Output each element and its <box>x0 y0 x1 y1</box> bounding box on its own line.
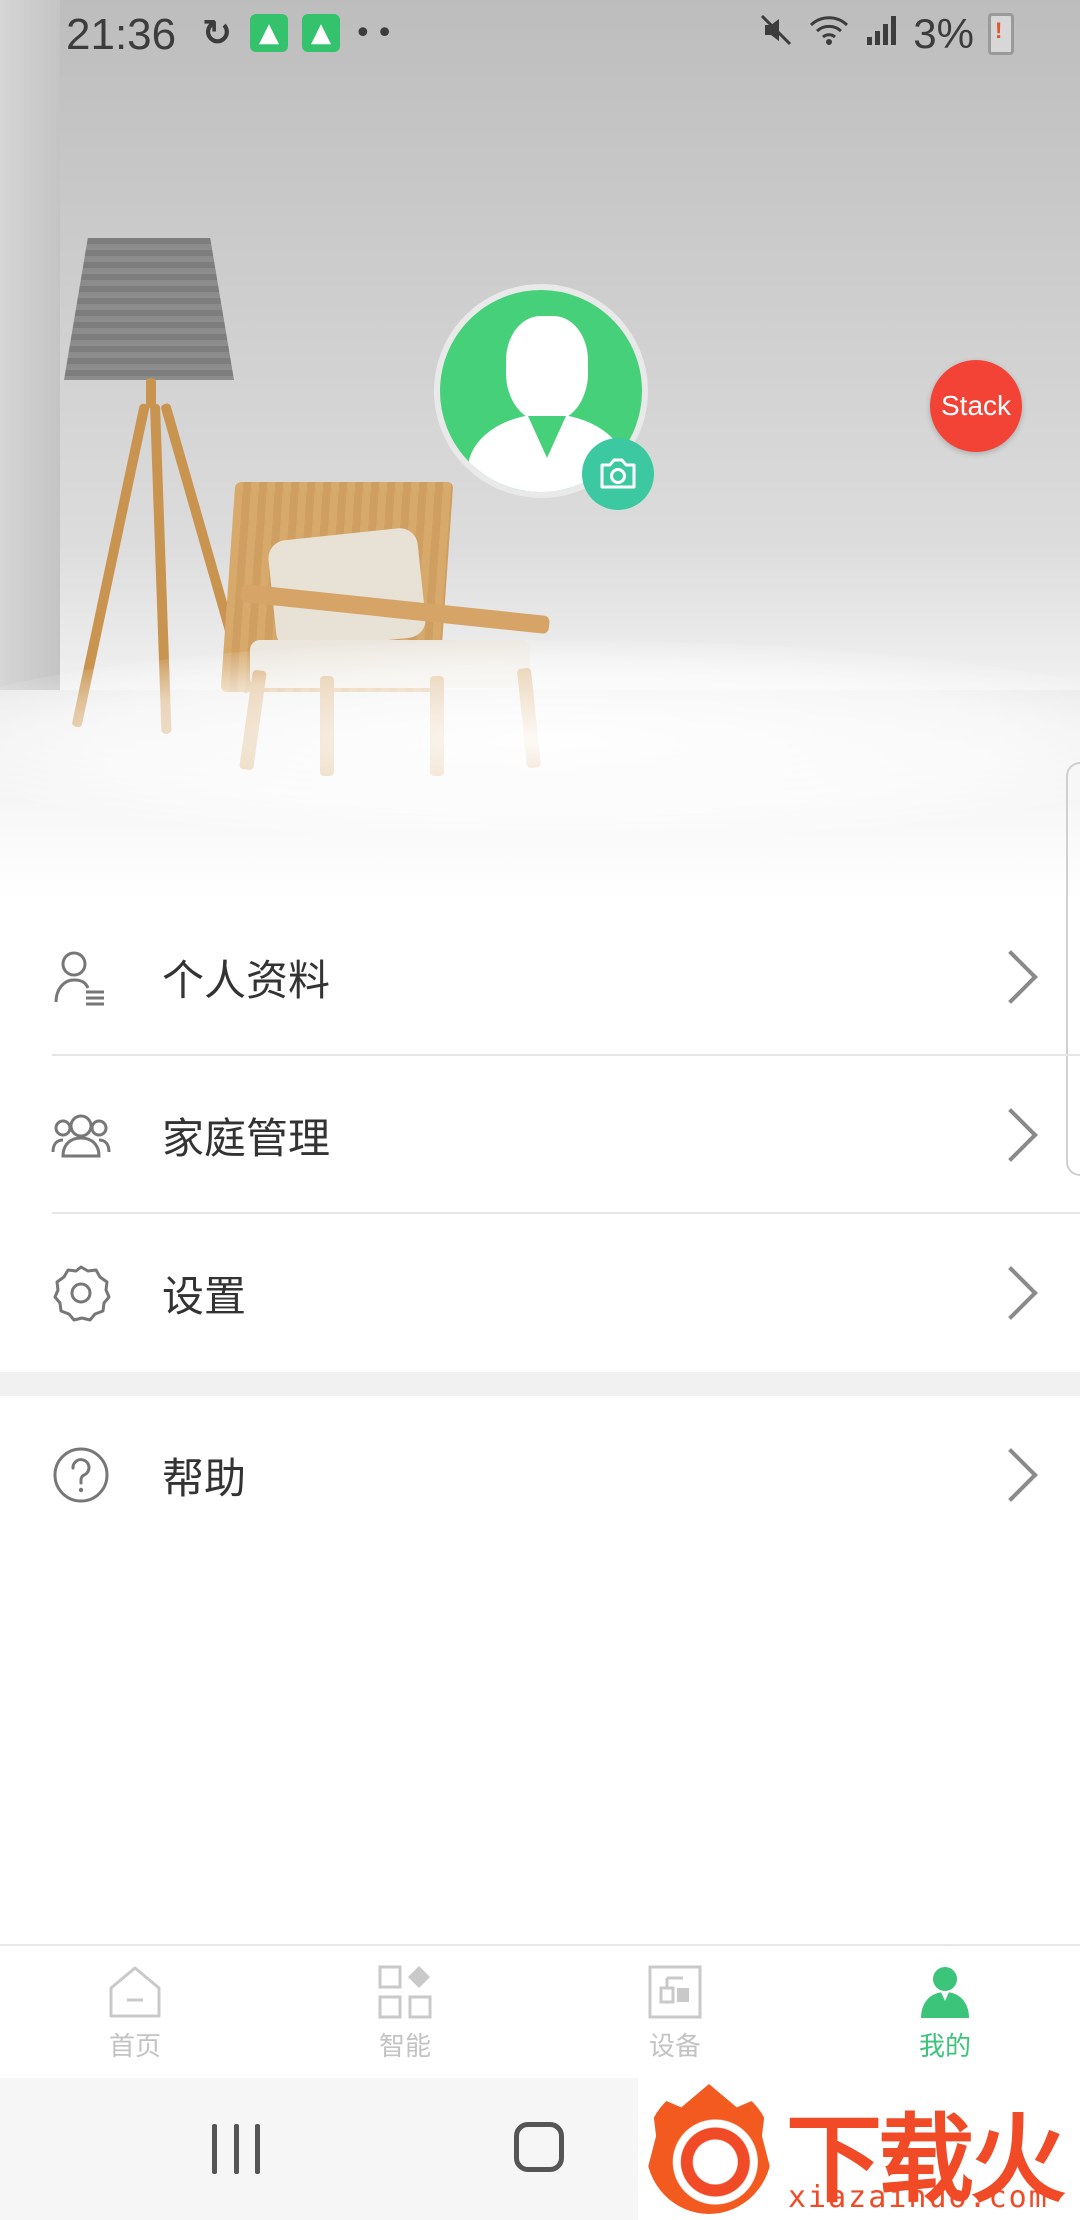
chevron-right-icon <box>984 1448 1038 1502</box>
menu-item-label: 设置 <box>162 1271 247 1321</box>
watermark-logo: 下载火 xiazaihuo.com <box>638 2078 1080 2220</box>
recent-apps-button[interactable] <box>212 2124 260 2174</box>
lamp-illustration <box>64 238 234 380</box>
chevron-right-icon <box>984 1108 1038 1162</box>
tab-label: 首页 <box>108 2032 161 2062</box>
menu-item-profile[interactable]: 个人资料 <box>0 898 1080 1056</box>
wall-decoration <box>0 0 60 700</box>
wifi-icon <box>807 13 851 56</box>
mist-decoration <box>0 640 1080 840</box>
menu-item-settings[interactable]: 设置 <box>0 1214 1080 1372</box>
smart-grid-icon <box>377 1964 433 2020</box>
menu-item-label: 家庭管理 <box>162 1113 331 1163</box>
bottom-tab-bar: 首页 智能 设备 我的 <box>0 1944 1080 2080</box>
menu-item-label: 个人资料 <box>162 955 331 1005</box>
more-dots-icon: •• <box>354 15 398 51</box>
tab-mine[interactable]: 我的 <box>810 1946 1080 2080</box>
tab-home[interactable]: 首页 <box>0 1946 270 2080</box>
person-icon <box>917 1964 973 2020</box>
tab-label: 设备 <box>648 2032 701 2062</box>
tab-devices[interactable]: 设备 <box>540 1946 810 2080</box>
tab-label: 智能 <box>378 2032 431 2062</box>
change-avatar-camera-button[interactable] <box>582 438 654 510</box>
menu-item-label: 帮助 <box>162 1453 247 1503</box>
stack-floating-button[interactable]: Stack <box>930 360 1022 452</box>
sync-icon: ↻ <box>201 12 233 54</box>
family-group-icon <box>50 1104 112 1166</box>
gear-icon <box>50 1262 112 1324</box>
watermark-subtitle: xiazaihuo.com <box>788 2180 1049 2215</box>
avatar-head-shape <box>506 316 588 422</box>
status-bar: 21:36 ↻ ▲ ▲ •• 3% <box>0 0 1080 72</box>
help-icon <box>50 1444 112 1506</box>
chevron-right-icon <box>984 950 1038 1004</box>
recent-apps-icon <box>233 2124 239 2174</box>
flame-logo-icon <box>646 2084 772 2214</box>
chevron-right-icon <box>984 1266 1038 1320</box>
user-profile-icon <box>50 946 112 1008</box>
notification-icons: ↻ ▲ ▲ •• <box>198 12 398 54</box>
menu-group-primary: 个人资料 家庭管理 设置 <box>0 898 1080 1372</box>
menu-group-secondary: 帮助 <box>0 1396 1080 1554</box>
tab-smart[interactable]: 智能 <box>270 1946 540 2080</box>
battery-percent: 3% <box>913 10 974 57</box>
battery-low-icon <box>988 13 1014 55</box>
menu-item-help[interactable]: 帮助 <box>0 1396 1080 1554</box>
status-time: 21:36 <box>66 10 177 59</box>
app-notification-icon: ▲ <box>250 14 288 52</box>
recent-apps-icon <box>255 2124 260 2174</box>
tab-label: 我的 <box>918 2032 971 2062</box>
system-status-icons: 3% <box>759 10 1014 58</box>
camera-icon <box>600 458 636 489</box>
section-separator <box>0 1372 1080 1396</box>
mute-icon <box>759 13 793 56</box>
home-icon <box>107 1964 163 2020</box>
recent-apps-icon <box>212 2124 217 2174</box>
signal-icon <box>865 13 899 56</box>
app-notification-icon: ▲ <box>302 14 340 52</box>
home-button[interactable] <box>514 2122 564 2172</box>
device-icon <box>647 1964 703 2020</box>
menu-item-family[interactable]: 家庭管理 <box>0 1056 1080 1214</box>
